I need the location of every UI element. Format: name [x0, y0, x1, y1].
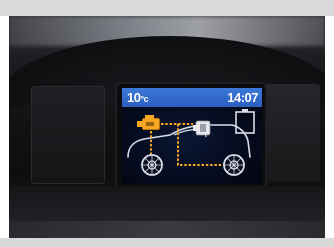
- wheel-icon: [223, 154, 245, 176]
- clock: 14:07: [227, 90, 258, 105]
- right-dash-panel: [264, 84, 320, 182]
- temperature-unit: °c: [140, 94, 149, 104]
- engine-icon: [137, 115, 161, 131]
- dash-edge-glare: [9, 221, 325, 238]
- status-bar: 10°c 14:07: [122, 88, 262, 107]
- battery-icon: [235, 109, 255, 134]
- bottom-border: [0, 238, 334, 247]
- left-dash-panel: [31, 86, 105, 184]
- energy-flow-diagram: [127, 109, 255, 176]
- motor-icon: [193, 120, 211, 136]
- multi-function-display: 10°c 14:07: [122, 88, 262, 184]
- outside-temperature: 10°c: [127, 90, 149, 105]
- photo-frame: 10°c 14:07: [0, 0, 334, 247]
- top-border: [0, 0, 334, 16]
- dashboard-photo: 10°c 14:07: [9, 16, 325, 238]
- wheel-icon: [141, 154, 163, 176]
